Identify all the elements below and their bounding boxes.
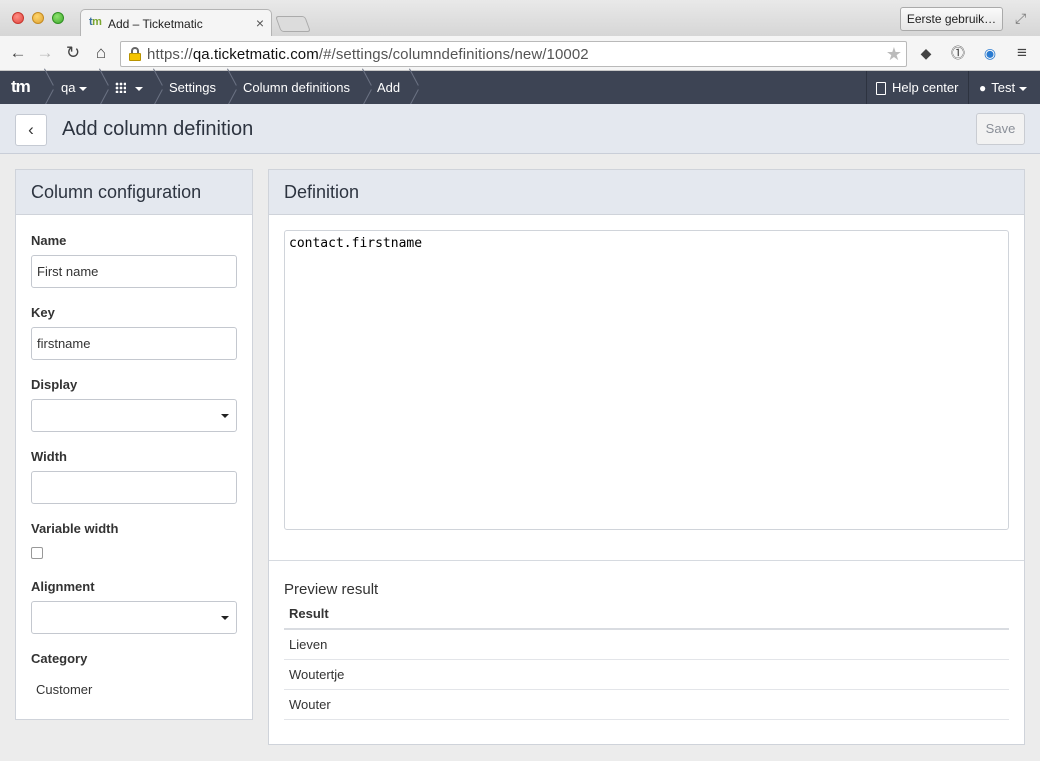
display-select[interactable] <box>31 399 237 432</box>
column-configuration-panel: Column configuration Name First name Key… <box>15 169 253 720</box>
table-row: Lieven <box>284 630 1009 660</box>
lock-icon <box>129 47 141 61</box>
fullscreen-icon[interactable]: ⤢ <box>1015 10 1026 27</box>
panel-heading: Definition <box>269 170 1024 215</box>
main-content: Column configuration Name First name Key… <box>0 154 1040 761</box>
table-row: Wouter <box>284 690 1009 720</box>
breadcrumb-separator <box>99 71 109 104</box>
category-label: Category <box>31 651 88 666</box>
variable-width-checkbox[interactable] <box>31 547 43 559</box>
env-dropdown[interactable]: qa <box>61 71 88 104</box>
key-label: Key <box>31 305 55 320</box>
breadcrumb-separator <box>362 71 372 104</box>
back-button[interactable]: ‹ <box>15 114 47 146</box>
book-icon <box>876 82 886 96</box>
caret-down-icon <box>221 616 229 620</box>
width-label: Width <box>31 449 67 464</box>
breadcrumb-separator <box>44 71 54 104</box>
tab-close-icon[interactable]: × <box>256 15 264 31</box>
user-menu[interactable]: ● Test <box>979 71 1028 104</box>
category-value: Customer <box>36 682 93 697</box>
name-input[interactable]: First name <box>31 255 237 288</box>
caret-down-icon <box>79 86 88 91</box>
user-icon: ● <box>979 81 987 96</box>
browser-extension-icon[interactable]: ◉ <box>981 44 999 62</box>
preview-result-heading: Preview result <box>284 581 379 598</box>
close-window-button[interactable] <box>12 12 24 24</box>
page-header: ‹ Add column definition <box>0 104 1040 154</box>
onepassword-extension-icon[interactable]: ⓵ <box>949 44 967 62</box>
definition-code-editor[interactable]: contact.firstname <box>284 230 1009 530</box>
breadcrumb-separator <box>409 71 419 104</box>
tab-title: Add – Ticketmatic <box>108 17 203 31</box>
browser-titlebar: tm Add – Ticketmatic × Eerste gebruik… ⤢ <box>0 0 1040 36</box>
ticketmatic-logo[interactable]: tm <box>11 77 31 97</box>
browser-tab[interactable]: tm Add – Ticketmatic × <box>80 9 272 36</box>
breadcrumb-separator <box>227 71 237 104</box>
chevron-left-icon: ‹ <box>28 120 34 139</box>
navbar-divider <box>866 71 867 104</box>
address-bar[interactable]: https://qa.ticketmatic.com/#/settings/co… <box>120 41 907 67</box>
alignment-label: Alignment <box>31 579 95 594</box>
variable-width-label: Variable width <box>31 521 119 536</box>
breadcrumb-separator <box>153 71 163 104</box>
alignment-select[interactable] <box>31 601 237 634</box>
help-center-link[interactable]: Help center <box>876 71 958 104</box>
apps-dropdown-caret[interactable] <box>131 71 143 104</box>
save-button[interactable]: Save <box>976 113 1025 145</box>
evernote-extension-icon[interactable]: ◆ <box>917 44 935 62</box>
navbar-divider <box>968 71 969 104</box>
back-arrow-icon[interactable]: ← <box>8 43 28 63</box>
table-row: Woutertje <box>284 660 1009 690</box>
new-tab-button[interactable] <box>275 16 311 32</box>
breadcrumb-column-definitions[interactable]: Column definitions <box>243 71 350 104</box>
app-navbar: tm qa Settings Column definitions Add He… <box>0 71 1040 104</box>
panel-heading: Column configuration <box>16 170 252 215</box>
name-label: Name <box>31 233 67 248</box>
ticketmatic-favicon-icon: tm <box>89 16 102 28</box>
bookmark-star-icon[interactable]: ★ <box>886 44 902 65</box>
home-icon[interactable]: ⌂ <box>91 43 111 63</box>
preview-table: Result Lieven Woutertje Wouter <box>284 600 1009 720</box>
page-title: Add column definition <box>62 118 254 140</box>
caret-down-icon <box>135 86 143 91</box>
apps-grid-icon[interactable] <box>115 82 126 93</box>
menu-icon[interactable]: ≡ <box>1013 44 1031 62</box>
caret-down-icon <box>221 414 229 418</box>
browser-toolbar: ← → ↻ ⌂ https://qa.ticketmatic.com/#/set… <box>0 36 1040 71</box>
caret-down-icon <box>1019 86 1028 91</box>
profile-button[interactable]: Eerste gebruik… <box>900 7 1003 31</box>
forward-arrow-icon[interactable]: → <box>35 43 55 63</box>
definition-panel: Definition contact.firstname Preview res… <box>268 169 1025 745</box>
result-column-header: Result <box>284 600 1009 630</box>
key-input[interactable]: firstname <box>31 327 237 360</box>
url-text: https://qa.ticketmatic.com/#/settings/co… <box>147 46 589 63</box>
section-divider <box>269 560 1024 561</box>
breadcrumb-add[interactable]: Add <box>377 71 400 104</box>
breadcrumb-settings[interactable]: Settings <box>169 71 216 104</box>
reload-icon[interactable]: ↻ <box>63 43 83 63</box>
width-input[interactable] <box>31 471 237 504</box>
zoom-window-button[interactable] <box>52 12 64 24</box>
minimize-window-button[interactable] <box>32 12 44 24</box>
display-label: Display <box>31 377 78 392</box>
